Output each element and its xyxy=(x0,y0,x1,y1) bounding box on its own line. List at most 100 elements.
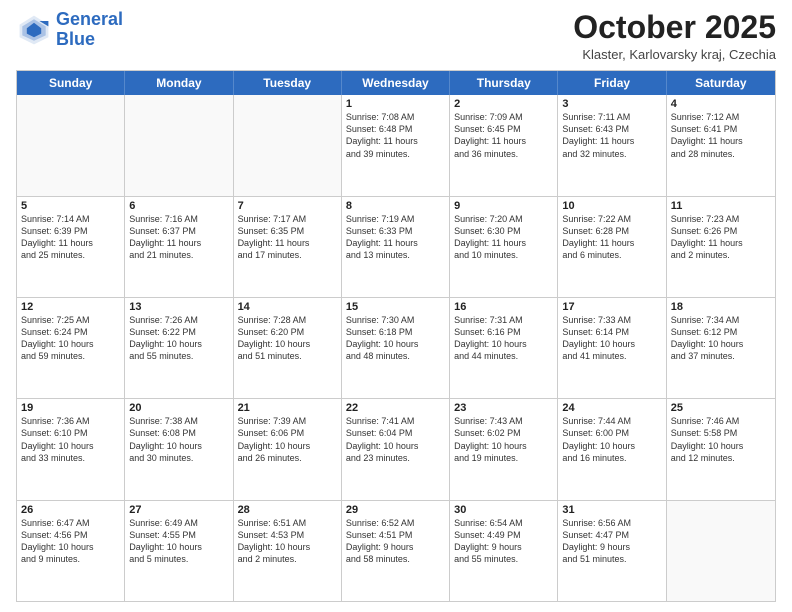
logo: General Blue xyxy=(16,10,123,50)
cell-text: Sunrise: 6:51 AMSunset: 4:53 PMDaylight:… xyxy=(238,517,337,566)
calendar-cell: 21Sunrise: 7:39 AMSunset: 6:06 PMDayligh… xyxy=(234,399,342,499)
logo-general: General xyxy=(56,9,123,29)
calendar-cell: 5Sunrise: 7:14 AMSunset: 6:39 PMDaylight… xyxy=(17,197,125,297)
day-number: 30 xyxy=(454,504,553,516)
calendar-body: 1Sunrise: 7:08 AMSunset: 6:48 PMDaylight… xyxy=(17,95,775,601)
day-number: 15 xyxy=(346,301,445,313)
cell-text: Sunrise: 7:33 AMSunset: 6:14 PMDaylight:… xyxy=(562,314,661,363)
header-sunday: Sunday xyxy=(17,71,125,95)
calendar-cell: 10Sunrise: 7:22 AMSunset: 6:28 PMDayligh… xyxy=(558,197,666,297)
calendar-cell: 8Sunrise: 7:19 AMSunset: 6:33 PMDaylight… xyxy=(342,197,450,297)
cell-text: Sunrise: 6:52 AMSunset: 4:51 PMDaylight:… xyxy=(346,517,445,566)
cell-text: Sunrise: 7:44 AMSunset: 6:00 PMDaylight:… xyxy=(562,415,661,464)
calendar-cell: 20Sunrise: 7:38 AMSunset: 6:08 PMDayligh… xyxy=(125,399,233,499)
calendar-cell xyxy=(17,95,125,195)
cell-text: Sunrise: 7:17 AMSunset: 6:35 PMDaylight:… xyxy=(238,213,337,262)
day-number: 9 xyxy=(454,200,553,212)
cell-text: Sunrise: 7:23 AMSunset: 6:26 PMDaylight:… xyxy=(671,213,771,262)
calendar-cell: 18Sunrise: 7:34 AMSunset: 6:12 PMDayligh… xyxy=(667,298,775,398)
day-number: 12 xyxy=(21,301,120,313)
day-number: 26 xyxy=(21,504,120,516)
calendar-cell: 16Sunrise: 7:31 AMSunset: 6:16 PMDayligh… xyxy=(450,298,558,398)
day-number: 24 xyxy=(562,402,661,414)
header-saturday: Saturday xyxy=(667,71,775,95)
calendar-cell: 31Sunrise: 6:56 AMSunset: 4:47 PMDayligh… xyxy=(558,501,666,601)
calendar-cell: 19Sunrise: 7:36 AMSunset: 6:10 PMDayligh… xyxy=(17,399,125,499)
day-number: 3 xyxy=(562,98,661,110)
day-number: 18 xyxy=(671,301,771,313)
cell-text: Sunrise: 7:38 AMSunset: 6:08 PMDaylight:… xyxy=(129,415,228,464)
calendar-cell: 25Sunrise: 7:46 AMSunset: 5:58 PMDayligh… xyxy=(667,399,775,499)
cell-text: Sunrise: 7:08 AMSunset: 6:48 PMDaylight:… xyxy=(346,111,445,160)
cell-text: Sunrise: 7:19 AMSunset: 6:33 PMDaylight:… xyxy=(346,213,445,262)
cell-text: Sunrise: 7:34 AMSunset: 6:12 PMDaylight:… xyxy=(671,314,771,363)
calendar-header: Sunday Monday Tuesday Wednesday Thursday… xyxy=(17,71,775,95)
cell-text: Sunrise: 7:14 AMSunset: 6:39 PMDaylight:… xyxy=(21,213,120,262)
cell-text: Sunrise: 7:31 AMSunset: 6:16 PMDaylight:… xyxy=(454,314,553,363)
cell-text: Sunrise: 6:49 AMSunset: 4:55 PMDaylight:… xyxy=(129,517,228,566)
calendar-cell: 7Sunrise: 7:17 AMSunset: 6:35 PMDaylight… xyxy=(234,197,342,297)
day-number: 22 xyxy=(346,402,445,414)
logo-text: General Blue xyxy=(56,10,123,50)
day-number: 25 xyxy=(671,402,771,414)
header: General Blue October 2025 Klaster, Karlo… xyxy=(16,10,776,62)
calendar-row-3: 19Sunrise: 7:36 AMSunset: 6:10 PMDayligh… xyxy=(17,398,775,499)
calendar-cell: 1Sunrise: 7:08 AMSunset: 6:48 PMDaylight… xyxy=(342,95,450,195)
header-tuesday: Tuesday xyxy=(234,71,342,95)
logo-icon xyxy=(16,12,52,48)
day-number: 19 xyxy=(21,402,120,414)
cell-text: Sunrise: 7:26 AMSunset: 6:22 PMDaylight:… xyxy=(129,314,228,363)
calendar-cell: 2Sunrise: 7:09 AMSunset: 6:45 PMDaylight… xyxy=(450,95,558,195)
cell-text: Sunrise: 7:39 AMSunset: 6:06 PMDaylight:… xyxy=(238,415,337,464)
cell-text: Sunrise: 7:46 AMSunset: 5:58 PMDaylight:… xyxy=(671,415,771,464)
header-wednesday: Wednesday xyxy=(342,71,450,95)
calendar-cell: 22Sunrise: 7:41 AMSunset: 6:04 PMDayligh… xyxy=(342,399,450,499)
cell-text: Sunrise: 7:43 AMSunset: 6:02 PMDaylight:… xyxy=(454,415,553,464)
cell-text: Sunrise: 7:22 AMSunset: 6:28 PMDaylight:… xyxy=(562,213,661,262)
calendar-cell: 3Sunrise: 7:11 AMSunset: 6:43 PMDaylight… xyxy=(558,95,666,195)
header-monday: Monday xyxy=(125,71,233,95)
day-number: 29 xyxy=(346,504,445,516)
day-number: 10 xyxy=(562,200,661,212)
month-title: October 2025 xyxy=(573,10,776,45)
calendar-cell xyxy=(667,501,775,601)
calendar-cell: 12Sunrise: 7:25 AMSunset: 6:24 PMDayligh… xyxy=(17,298,125,398)
day-number: 23 xyxy=(454,402,553,414)
cell-text: Sunrise: 7:30 AMSunset: 6:18 PMDaylight:… xyxy=(346,314,445,363)
day-number: 6 xyxy=(129,200,228,212)
calendar-cell: 14Sunrise: 7:28 AMSunset: 6:20 PMDayligh… xyxy=(234,298,342,398)
day-number: 27 xyxy=(129,504,228,516)
day-number: 28 xyxy=(238,504,337,516)
calendar-row-1: 5Sunrise: 7:14 AMSunset: 6:39 PMDaylight… xyxy=(17,196,775,297)
cell-text: Sunrise: 7:41 AMSunset: 6:04 PMDaylight:… xyxy=(346,415,445,464)
calendar-cell: 9Sunrise: 7:20 AMSunset: 6:30 PMDaylight… xyxy=(450,197,558,297)
title-block: October 2025 Klaster, Karlovarsky kraj, … xyxy=(573,10,776,62)
cell-text: Sunrise: 7:20 AMSunset: 6:30 PMDaylight:… xyxy=(454,213,553,262)
cell-text: Sunrise: 6:56 AMSunset: 4:47 PMDaylight:… xyxy=(562,517,661,566)
calendar-cell: 30Sunrise: 6:54 AMSunset: 4:49 PMDayligh… xyxy=(450,501,558,601)
day-number: 21 xyxy=(238,402,337,414)
cell-text: Sunrise: 6:47 AMSunset: 4:56 PMDaylight:… xyxy=(21,517,120,566)
day-number: 14 xyxy=(238,301,337,313)
calendar-cell: 26Sunrise: 6:47 AMSunset: 4:56 PMDayligh… xyxy=(17,501,125,601)
calendar-cell: 4Sunrise: 7:12 AMSunset: 6:41 PMDaylight… xyxy=(667,95,775,195)
day-number: 8 xyxy=(346,200,445,212)
calendar-cell: 29Sunrise: 6:52 AMSunset: 4:51 PMDayligh… xyxy=(342,501,450,601)
cell-text: Sunrise: 6:54 AMSunset: 4:49 PMDaylight:… xyxy=(454,517,553,566)
day-number: 11 xyxy=(671,200,771,212)
calendar: Sunday Monday Tuesday Wednesday Thursday… xyxy=(16,70,776,602)
day-number: 13 xyxy=(129,301,228,313)
calendar-cell: 24Sunrise: 7:44 AMSunset: 6:00 PMDayligh… xyxy=(558,399,666,499)
day-number: 31 xyxy=(562,504,661,516)
day-number: 17 xyxy=(562,301,661,313)
day-number: 7 xyxy=(238,200,337,212)
calendar-cell: 11Sunrise: 7:23 AMSunset: 6:26 PMDayligh… xyxy=(667,197,775,297)
page: General Blue October 2025 Klaster, Karlo… xyxy=(0,0,792,612)
calendar-row-0: 1Sunrise: 7:08 AMSunset: 6:48 PMDaylight… xyxy=(17,95,775,195)
calendar-cell: 23Sunrise: 7:43 AMSunset: 6:02 PMDayligh… xyxy=(450,399,558,499)
calendar-cell: 13Sunrise: 7:26 AMSunset: 6:22 PMDayligh… xyxy=(125,298,233,398)
logo-blue: Blue xyxy=(56,29,95,49)
day-number: 16 xyxy=(454,301,553,313)
cell-text: Sunrise: 7:16 AMSunset: 6:37 PMDaylight:… xyxy=(129,213,228,262)
header-friday: Friday xyxy=(558,71,666,95)
